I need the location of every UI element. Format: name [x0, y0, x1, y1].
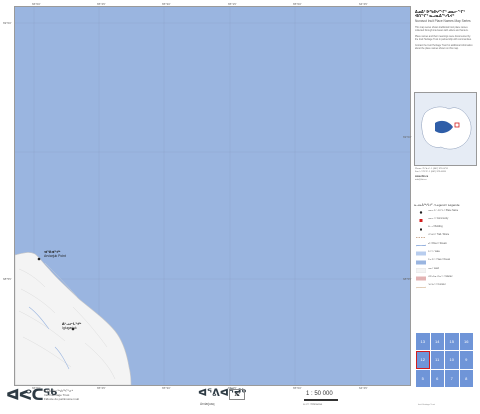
bottom-tick: 65°30'	[162, 386, 171, 390]
legend-item: ᑯᒃ / River / Stream	[414, 242, 475, 249]
index-tile[interactable]: 13	[416, 333, 430, 351]
top-tick: 65°45'	[97, 2, 106, 6]
bottom-tick: 65°00'	[293, 386, 302, 390]
lake-icon	[416, 251, 426, 256]
map-sheet-number: 12	[229, 389, 245, 400]
legend-item: ᓄᓇ / Land	[414, 267, 475, 274]
map-title-english: Arviarjuaq	[200, 402, 215, 406]
description-paragraph: This map series shows traditional Inuit …	[415, 26, 469, 32]
top-tick: 65°15'	[228, 2, 237, 6]
sea-icon	[416, 260, 426, 265]
contour-icon	[416, 286, 426, 288]
contact-email[interactable]: info@ihti.ca	[415, 179, 475, 182]
series-title: ᐃᓄᐃᑦ ᐅᖃᐅᓯᖏᑦ ᓄᓇᓕᖏᑦ ᐊᑎᖏᑦ ᓇᓗᓇᐃᖅᓯᒪᔪᑦ	[415, 10, 466, 19]
inset-canvas	[415, 93, 476, 165]
index-tile[interactable]: 14	[430, 333, 444, 351]
index-tile[interactable]: 15	[445, 333, 459, 351]
land-icon	[416, 268, 426, 273]
legend-item: ᓄᓇᓕᐅᑉ ᐊᑎᖓ / Place Name	[414, 209, 475, 216]
place-name-english: Iglugarjuk	[62, 325, 77, 330]
legend-item: ᓄᓇᓕᒃ / Community	[414, 217, 475, 224]
legend-title: ᓇᓗᓇᐃᖅᓯᒪᔪᑦ / Legend / Légende	[414, 203, 460, 207]
place-label-arviarjuk[interactable]: ᐊᕐᕕᐊᕐᔪᒃ Arviarjuk Point	[44, 250, 66, 258]
community-icon	[419, 219, 423, 223]
index-tile[interactable]: 16	[459, 333, 473, 351]
legend: ᓇᓗᓇᐃᖅᓯᒪᔪᑦ / Legend / Légende ᓄᓇᓕᐅᑉ ᐊᑎᖓ /…	[414, 203, 475, 292]
index-tile[interactable]: 9	[459, 351, 473, 369]
place-name-english: Arviarjuk Point	[44, 253, 66, 258]
series-subtitle: Nunavut Inuit Place Names Map Series	[415, 18, 471, 23]
left-tick: 68°55'	[3, 277, 12, 281]
organization-name: ᐃᓄᐃᑦ ᐃᓕᖅᑯᓯᖏᓐᓂᒃ Inuit Heritage Trust Fidu…	[44, 389, 80, 401]
contact-info: Phone / ᐅᖃᓘᑦ: 1 (867) 979-0731 Fax / ᓱᑦᑎ…	[415, 168, 475, 182]
scale-bar	[304, 399, 339, 401]
legend-item: ᖃᖅᑲᖅ / Contour	[414, 284, 475, 291]
glacier-icon	[416, 276, 426, 281]
index-tile-active[interactable]: 12	[416, 351, 430, 369]
river-icon	[416, 244, 426, 247]
map-sheet: ᐊᕐᕕᐊᕐᔪᒃ Arviarjuk Point ᐃᒡᓗᓕᒐᕐᔪᒃ Iglugar…	[0, 0, 480, 414]
index-tile[interactable]: 7	[445, 369, 459, 387]
scale-ratio: 1 : 50 000	[306, 391, 333, 397]
index-tile[interactable]: 5	[416, 369, 430, 387]
organization-logo[interactable]: ᐊᕙᑕᖅ ᐃᓄᐃᑦ ᐃᓕᖅᑯᓯᖏᓐᓂᒃ Inuit Heritage Trust…	[6, 386, 116, 410]
top-tick: 65°30'	[162, 2, 171, 6]
legend-item: ᑕᓯᖅ / Lake	[414, 250, 475, 257]
map-frame[interactable]: ᐊᕐᕕᐊᕐᔪᒃ Arviarjuk Point ᐃᒡᓗᓕᒐᕐᔪᒃ Iglugar…	[3, 2, 412, 390]
top-tick: 66°00'	[32, 2, 41, 6]
scale-units: ᑭᓛᒥᑕ / Kilometres	[303, 404, 323, 406]
legend-item: ᑕᕆᐅᖅ / Sea / Ocean	[414, 259, 475, 266]
legend-item: ᐊᐅᔭᐅᓂᐊᕐᓂᖅ / Glacier	[414, 275, 475, 282]
bottom-tick: 64°45'	[359, 386, 368, 390]
building-icon	[420, 228, 422, 231]
index-tile[interactable]: 8	[459, 369, 473, 387]
place-marker	[37, 257, 41, 261]
index-tile[interactable]: 6	[430, 369, 444, 387]
trail-icon	[416, 237, 426, 238]
right-tick: 69°00'	[403, 135, 412, 139]
index-tile[interactable]: 10	[445, 351, 459, 369]
place-label-iglugarjuk[interactable]: ᐃᒡᓗᓕᒐᕐᔪᒃ Iglugarjuk	[62, 322, 81, 330]
legend-item: ᐊᖅᑯᑎ / Trail / Route	[414, 234, 475, 241]
right-tick: 68°55'	[403, 277, 412, 281]
sheet-index-grid: 13 14 15 16 12 11 10 9 5 6 7 8	[416, 333, 473, 387]
website-link[interactable]: www.ihti.ca	[415, 175, 475, 178]
legend-item: ᐃᒡᓗ / Building	[414, 226, 475, 233]
credits: Inuit Heritage Trust	[418, 404, 435, 406]
left-tick: 69°00'	[3, 21, 12, 25]
location-inset-map[interactable]	[414, 92, 477, 166]
top-tick: 65°00'	[293, 2, 302, 6]
info-panel: ᐃᓄᐃᑦ ᐅᖃᐅᓯᖏᑦ ᓄᓇᓕᖏᑦ ᐊᑎᖏᑦ ᓇᓗᓇᐃᖅᓯᒪᔪᑦ Nunavut…	[413, 6, 477, 410]
index-tile[interactable]: 11	[430, 351, 444, 369]
top-tick: 64°45'	[359, 2, 368, 6]
description-paragraph: Place names and their meanings were docu…	[415, 35, 472, 41]
place-name-icon	[419, 211, 423, 214]
contact-fax: Fax / ᓱᑦᑎᑦᑐᑦ: 1 (867) 979-0269	[415, 170, 446, 173]
description-paragraph: Contact the Inuit Heritage Trust for add…	[415, 44, 473, 50]
